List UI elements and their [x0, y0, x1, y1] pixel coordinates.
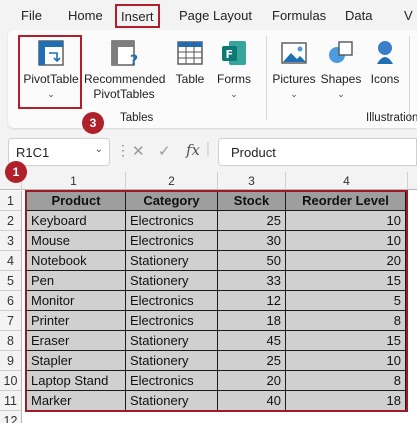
insert-function-icon[interactable]: fx — [186, 141, 200, 159]
chevron-down-icon: ⌄ — [290, 89, 298, 99]
formula-value: Product — [231, 145, 276, 160]
row-header[interactable]: 1 — [0, 191, 22, 211]
table-icon — [177, 41, 203, 65]
shapes-icon — [329, 41, 353, 63]
column-header[interactable]: 3 — [218, 172, 286, 190]
icons-icon — [377, 41, 393, 64]
formula-bar: R1C1 ⌄ ⋮ ✕ ✓ fx | Product — [8, 138, 417, 166]
cancel-icon[interactable]: ✕ — [132, 142, 145, 160]
formula-divider: | — [206, 140, 210, 157]
row-header[interactable]: 8 — [0, 331, 22, 351]
pictures-button[interactable]: Pictures ⌄ — [270, 38, 318, 102]
name-box[interactable]: R1C1 ⌄ — [8, 138, 110, 166]
chevron-down-icon: ⌄ — [230, 89, 238, 99]
row-header[interactable]: 11 — [0, 391, 22, 411]
recommended-pivottables-icon: ? — [111, 40, 138, 68]
row-header[interactable]: 4 — [0, 251, 22, 271]
table-label: Table — [175, 72, 205, 86]
ribbon-separator — [266, 36, 267, 120]
row-header[interactable]: 2 — [0, 211, 22, 231]
step-badge-3: 3 — [82, 112, 104, 134]
name-box-value: R1C1 — [16, 145, 50, 160]
pivottable-highlight — [18, 35, 82, 109]
tab-file[interactable]: File — [21, 8, 42, 23]
excel-window: File Home Insert Page Layout Formulas Da… — [0, 0, 417, 423]
tab-view[interactable]: V — [404, 8, 413, 23]
forms-label: Forms — [217, 72, 251, 86]
tab-page-layout[interactable]: Page Layout — [179, 8, 252, 23]
icons-button[interactable]: Icons — [366, 38, 404, 87]
column-header-overflow — [408, 172, 417, 190]
tab-formulas[interactable]: Formulas — [272, 8, 326, 23]
row-header[interactable]: 9 — [0, 351, 22, 371]
chevron-down-icon[interactable]: ⌄ — [95, 144, 103, 155]
group-label-tables: Tables — [120, 112, 154, 124]
svg-text:?: ? — [130, 53, 138, 68]
chevron-down-icon: ⌄ — [337, 89, 345, 99]
tab-insert[interactable]: Insert — [115, 4, 160, 28]
column-header[interactable]: 2 — [126, 172, 218, 190]
pictures-label: Pictures — [272, 72, 316, 86]
column-header[interactable]: 1 — [22, 172, 126, 190]
table-button[interactable]: Table — [170, 38, 210, 87]
row-header[interactable]: 5 — [0, 271, 22, 291]
forms-button[interactable]: F Forms ⌄ — [212, 38, 256, 102]
row-header[interactable]: 3 — [0, 231, 22, 251]
column-header[interactable]: 4 — [286, 172, 408, 190]
formula-input[interactable]: Product — [218, 138, 417, 166]
shapes-button[interactable]: Shapes ⌄ — [320, 38, 362, 102]
ribbon-insert: PivotTable ⌄ ? Recommended PivotTables T… — [8, 30, 417, 128]
forms-icon: F — [222, 41, 246, 65]
svg-text:F: F — [226, 48, 234, 61]
tab-home[interactable]: Home — [68, 8, 103, 23]
recommended-pivottables-button[interactable]: ? Recommended PivotTables — [84, 38, 166, 102]
group-label-illustrations: Illustration — [366, 112, 417, 124]
recommended-label-1: Recommended — [84, 72, 166, 86]
data-range-highlight — [25, 190, 408, 412]
step-badge-1: 1 — [5, 161, 27, 183]
shapes-label: Shapes — [320, 72, 362, 86]
recommended-label-2: PivotTables — [93, 87, 155, 101]
row-header[interactable]: 10 — [0, 371, 22, 391]
formula-controls: ✕ ✓ fx | — [128, 138, 214, 166]
icons-label: Icons — [370, 72, 400, 86]
ribbon-tabs: File Home Insert Page Layout Formulas Da… — [0, 0, 417, 32]
row-header[interactable]: 6 — [0, 291, 22, 311]
pictures-icon — [281, 42, 307, 64]
check-icon[interactable]: ✓ — [158, 142, 171, 160]
row-header[interactable]: 7 — [0, 311, 22, 331]
ribbon-separator — [409, 36, 410, 120]
row-header[interactable]: 12 — [0, 411, 22, 423]
tab-data[interactable]: Data — [345, 8, 372, 23]
